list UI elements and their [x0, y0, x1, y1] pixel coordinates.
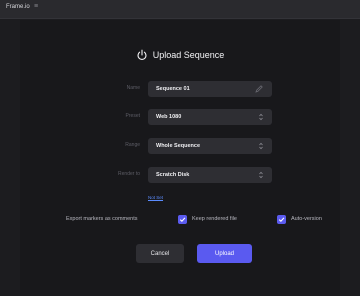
checkmark-icon: [179, 217, 186, 222]
render-to-select[interactable]: Scratch Disk: [148, 167, 272, 183]
app-tab-title[interactable]: Frame.io: [6, 4, 30, 10]
name-row: Name Sequence 01: [0, 81, 360, 97]
cancel-button[interactable]: Cancel: [136, 244, 184, 263]
name-value: Sequence 01: [156, 86, 190, 92]
hamburger-menu-icon[interactable]: ≡: [34, 3, 38, 11]
dialog-heading: Upload Sequence: [0, 49, 360, 61]
range-row: Range Whole Sequence: [0, 138, 360, 154]
render-path-link[interactable]: Not Set: [148, 195, 163, 200]
keep-rendered-checkbox[interactable]: [178, 215, 187, 224]
pencil-icon[interactable]: [254, 84, 264, 94]
preset-value: Web 1080: [156, 114, 182, 120]
chevron-up-down-icon: [259, 171, 263, 179]
dialog-title: Upload Sequence: [152, 50, 225, 60]
name-input[interactable]: Sequence 01: [148, 81, 272, 97]
render-to-label: Render to: [118, 171, 140, 177]
preset-select[interactable]: Web 1080: [148, 109, 272, 125]
title-bar: Frame.io ≡: [0, 0, 360, 19]
render-to-value: Scratch Disk: [156, 172, 190, 178]
range-value: Whole Sequence: [156, 143, 201, 149]
chevron-up-down-icon: [259, 113, 263, 121]
preset-label: Preset: [125, 113, 140, 119]
auto-version-checkbox[interactable]: [277, 215, 286, 224]
name-label: Name: [126, 85, 140, 91]
render-to-row: Render to Scratch Disk: [0, 167, 360, 183]
export-markers-label: Export markers as comments: [66, 216, 138, 222]
keep-rendered-label: Keep rendered file: [192, 216, 237, 222]
auto-version-label: Auto-version: [291, 216, 322, 222]
chevron-up-down-icon: [259, 142, 263, 150]
range-select[interactable]: Whole Sequence: [148, 138, 272, 154]
upload-button[interactable]: Upload: [197, 244, 252, 263]
checkmark-icon: [278, 217, 285, 222]
options-row: Export markers as comments Keep rendered…: [0, 214, 360, 226]
preset-row: Preset Web 1080: [0, 109, 360, 125]
range-label: Range: [125, 142, 140, 148]
upload-power-icon: [137, 49, 147, 60]
